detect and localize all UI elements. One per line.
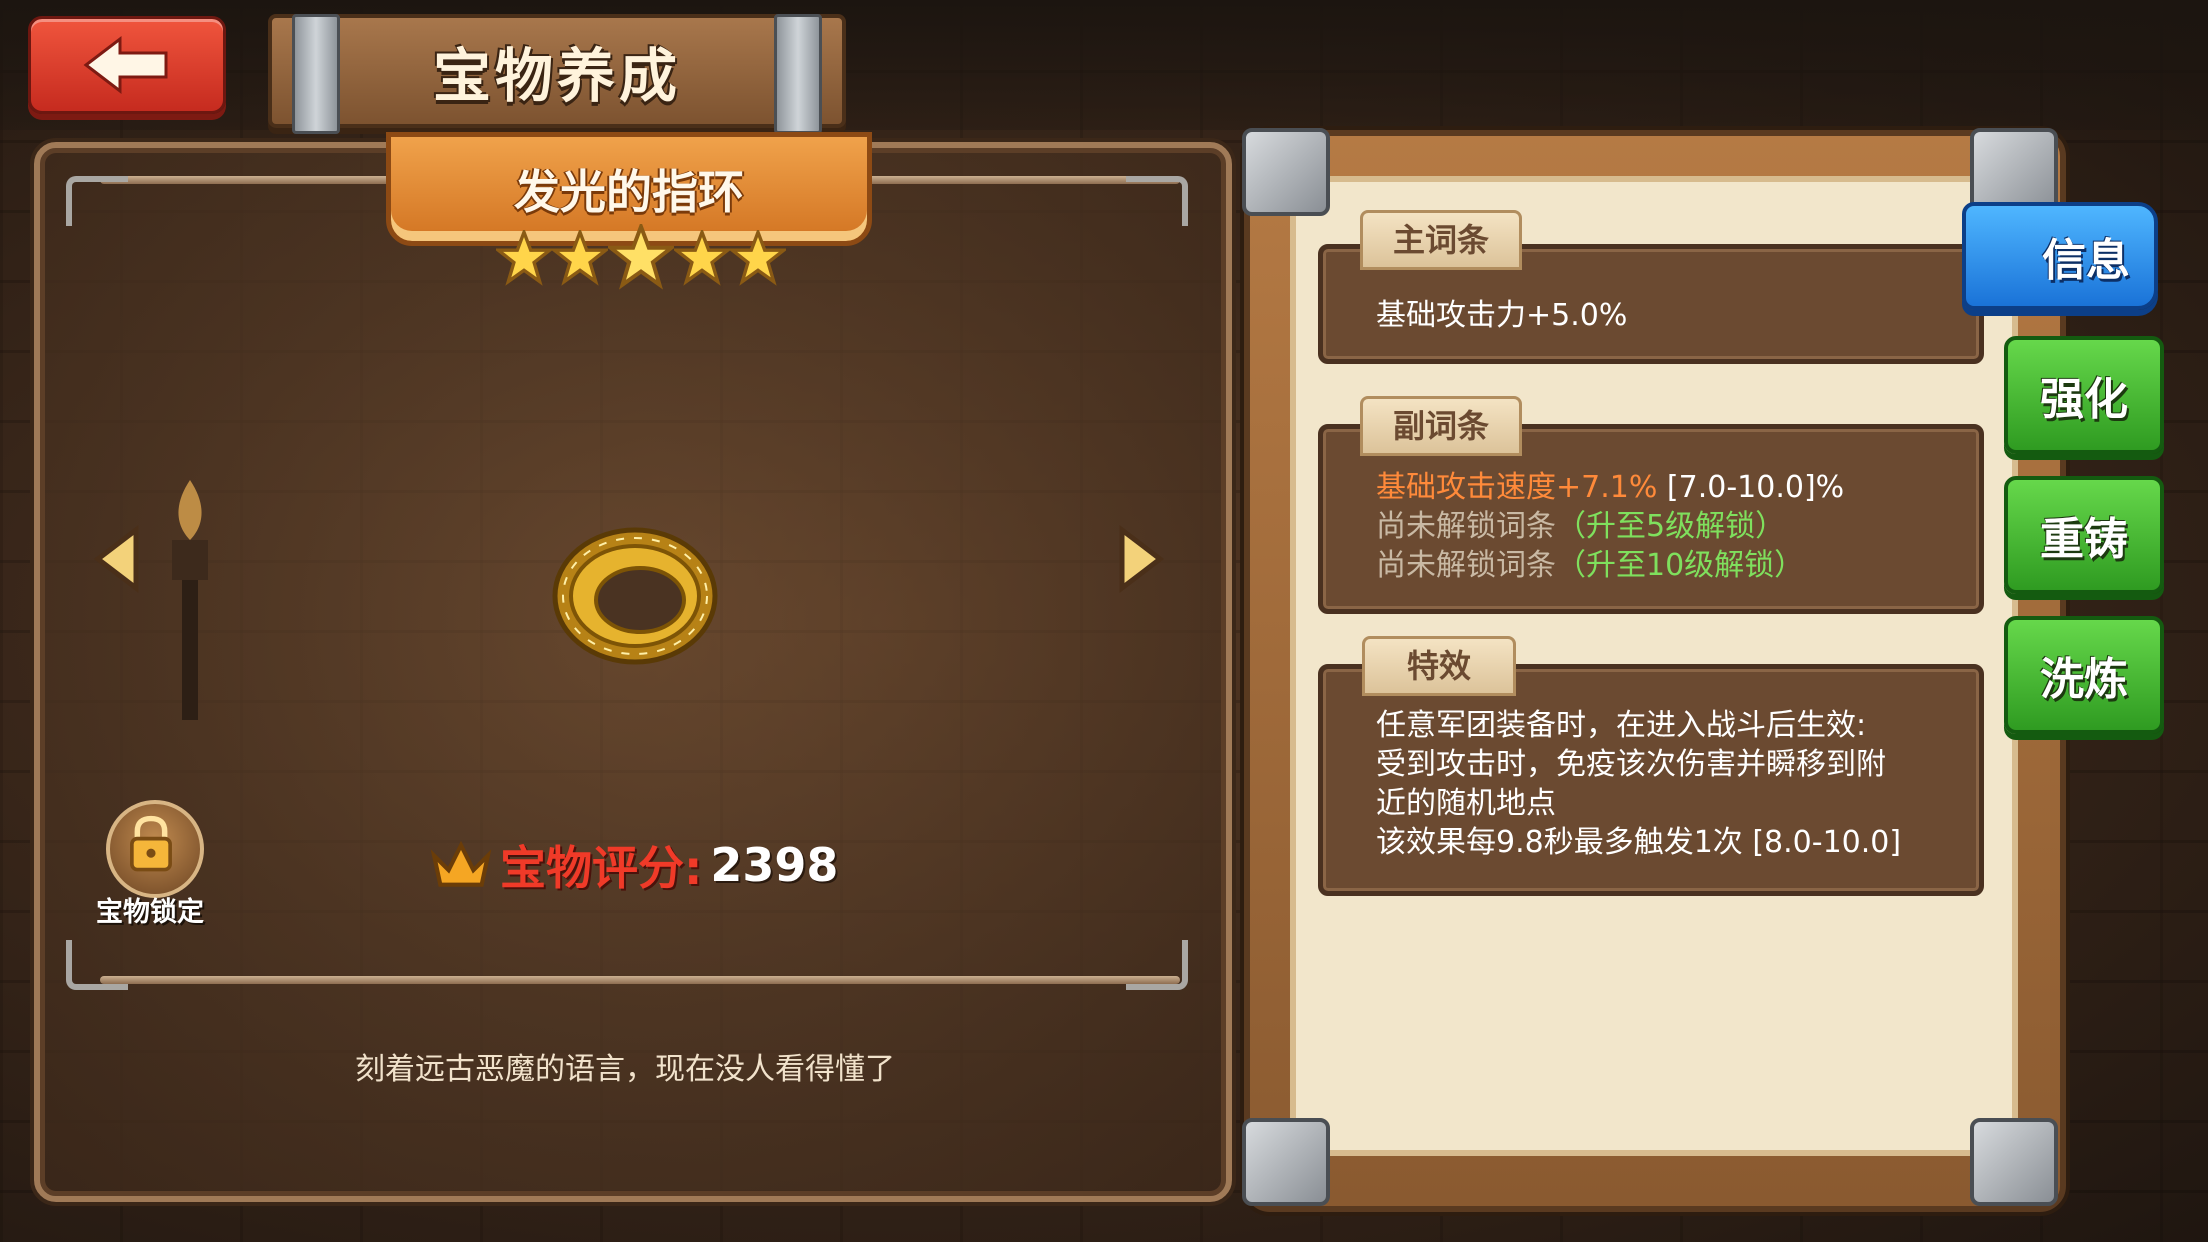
tab-refine-label: 洗炼 (2040, 654, 2128, 705)
star-icon (674, 230, 730, 286)
sub-attribute-value: 基础攻击速度+7.1% (1376, 470, 1658, 505)
lock-label: 宝物锁定 (96, 897, 204, 928)
locked-attribute-label: 尚未解锁词条 (1376, 548, 1556, 583)
crown-icon (430, 840, 492, 887)
score-value: 2398 (710, 838, 839, 892)
tab-enhance[interactable]: 强化 (2004, 336, 2164, 454)
frame-corner-br (1126, 940, 1188, 990)
effect-cooldown: 该效果每9.8秒最多触发1次 (1376, 825, 1743, 860)
effect-line-2: 受到攻击时，免疫该次伤害并瞬移到附 (1376, 747, 1886, 782)
lock-icon (130, 815, 172, 872)
frame-corner-tl (66, 176, 128, 226)
tab-info-label: 信息 (2042, 235, 2130, 286)
prev-treasure-arrow-icon[interactable] (92, 524, 142, 594)
tab-refine[interactable]: 洗炼 (2004, 616, 2164, 734)
star-icon (496, 230, 552, 286)
star-rating (496, 224, 786, 290)
treasure-lock-button[interactable] (106, 800, 204, 898)
sub-attribute-range: [7.0-10.0]% (1666, 470, 1845, 505)
treasure-description: 刻着远古恶魔的语言，现在没人看得懂了 (355, 1052, 895, 1087)
torch-icon (172, 480, 208, 720)
sub-attribute-line-1: 基础攻击速度+7.1% [7.0-10.0]% (1376, 462, 1844, 506)
frame-bottom-line (100, 976, 1180, 984)
sub-attribute-line-3: 尚未解锁词条（升至10级解锁） (1376, 540, 1804, 584)
star-icon (730, 230, 786, 286)
effect-range: [8.0-10.0] (1752, 825, 1902, 860)
back-arrow-icon (83, 35, 168, 95)
tab-recast[interactable]: 重铸 (2004, 476, 2164, 594)
plank-bracket-right (774, 14, 822, 134)
sub-attribute-tag: 副词条 (1360, 396, 1523, 456)
page-title: 宝物养成 (432, 42, 681, 110)
tab-info[interactable]: 信息 (1962, 202, 2158, 310)
sub-attribute-line-2: 尚未解锁词条（升至5级解锁） (1376, 501, 1785, 545)
plank-bracket-left (292, 14, 340, 134)
effect-tag: 特效 (1362, 636, 1517, 696)
effect-line-3: 近的随机地点 (1376, 786, 1556, 821)
frame-corner-tr (1126, 176, 1188, 226)
frame-corner-bl (66, 940, 128, 990)
effect-line-1: 任意军团装备时，在进入战斗后生效: (1376, 708, 1867, 743)
treasure-score: 宝物评分: 2398 (430, 832, 838, 898)
metal-corner-br (1970, 1118, 2058, 1206)
next-treasure-arrow-icon[interactable] (1116, 524, 1166, 594)
unlock-hint: （升至5级解锁） (1556, 509, 1786, 544)
metal-corner-tl (1242, 128, 1330, 216)
back-button[interactable] (28, 16, 226, 114)
main-attribute-tag: 主词条 (1360, 210, 1523, 270)
treasure-name: 发光的指环 (514, 165, 744, 219)
unlock-hint: （升至10级解锁） (1556, 548, 1805, 583)
effect-line-4: 该效果每9.8秒最多触发1次 [8.0-10.0] (1376, 817, 1901, 861)
locked-attribute-label: 尚未解锁词条 (1376, 509, 1556, 544)
title-plank: 宝物养成 (268, 14, 846, 134)
score-label: 宝物评分: (500, 841, 703, 895)
star-icon (608, 224, 674, 290)
tab-enhance-label: 强化 (2040, 374, 2128, 425)
tab-recast-label: 重铸 (2040, 514, 2128, 565)
main-attribute-line: 基础攻击力+5.0% (1376, 298, 1628, 333)
ring-treasure-icon (552, 527, 718, 665)
star-icon (552, 230, 608, 286)
metal-corner-bl (1242, 1118, 1330, 1206)
